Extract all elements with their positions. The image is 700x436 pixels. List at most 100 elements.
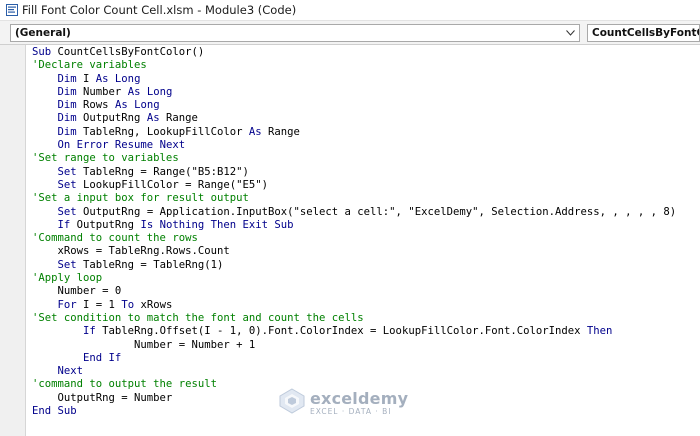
code-line[interactable]: Dim OutputRng As Range <box>32 112 700 125</box>
code-line[interactable]: Next <box>32 365 700 378</box>
code-keyword: End Sub <box>32 405 77 418</box>
exceldemy-watermark: exceldemy EXCEL · DATA · BI <box>278 388 408 418</box>
indicator-margin[interactable] <box>0 45 26 436</box>
code-token: OutputRng <box>76 112 147 125</box>
code-text-area[interactable]: Sub CountCellsByFontColor() 'Declare vari… <box>32 46 700 436</box>
code-token: OutputRng = Application.InputBox("select… <box>76 205 677 218</box>
code-keyword: For <box>57 298 77 311</box>
code-line[interactable]: Dim Number As Long <box>32 86 700 99</box>
code-line[interactable]: 'Set condition to match the font and cou… <box>32 312 700 325</box>
code-keyword: Set <box>57 165 77 178</box>
code-line[interactable]: Number = 0 <box>32 285 700 298</box>
code-keyword: Then <box>586 325 613 338</box>
code-keyword: Set <box>57 178 77 191</box>
code-token: Rows <box>76 99 115 112</box>
code-line[interactable]: End If <box>32 352 700 365</box>
code-token: OutputRng <box>70 218 141 231</box>
code-token: xRows = TableRng.Rows.Count <box>32 245 230 258</box>
code-window-toolbar: (General) CountCellsByFontColor <box>0 21 700 45</box>
code-keyword: As Long <box>114 99 160 112</box>
code-token: Number <box>76 85 128 98</box>
code-line[interactable]: 'Set range to variables <box>32 152 700 165</box>
code-token: Range <box>159 112 198 125</box>
code-line[interactable]: Sub CountCellsByFontColor() <box>32 46 700 59</box>
code-keyword: Dim <box>57 112 77 125</box>
code-line[interactable]: Dim TableRng, LookupFillColor As Range <box>32 126 700 139</box>
code-line[interactable]: Dim I As Long <box>32 73 700 86</box>
code-keyword: Set <box>57 258 77 271</box>
code-line[interactable]: Set TableRng = TableRng(1) <box>32 259 700 272</box>
code-editor[interactable]: Sub CountCellsByFontColor() 'Declare vari… <box>0 45 700 436</box>
code-token: I <box>76 72 96 85</box>
code-line[interactable]: 'Declare variables <box>32 59 700 72</box>
vba-module-icon <box>6 4 18 16</box>
code-line[interactable]: On Error Resume Next <box>32 139 700 152</box>
code-token: LookupFillColor = Range("E5") <box>76 178 268 191</box>
code-keyword: Set <box>57 205 77 218</box>
object-combo-value: (General) <box>15 27 71 39</box>
code-comment: 'Set condition to match the font and cou… <box>32 311 364 324</box>
code-keyword: As <box>248 125 262 138</box>
procedure-combo-value: CountCellsByFontColor <box>592 27 699 39</box>
code-line[interactable]: If TableRng.Offset(I - 1, 0).Font.ColorI… <box>32 325 700 338</box>
code-token: I = 1 <box>76 298 122 311</box>
code-keyword: Dim <box>57 72 77 85</box>
code-keyword: Sub <box>32 46 52 58</box>
code-token: xRows <box>134 298 173 311</box>
code-line[interactable]: Set OutputRng = Application.InputBox("se… <box>32 206 700 219</box>
code-keyword: On Error Resume Next <box>57 139 186 152</box>
code-token: Range <box>261 125 300 138</box>
window-title: Fill Font Color Count Cell.xlsm - Module… <box>22 3 297 17</box>
code-line[interactable]: Dim Rows As Long <box>32 99 700 112</box>
code-line[interactable]: 'Set a input box for result output <box>32 192 700 205</box>
code-keyword: Dim <box>57 85 77 98</box>
code-token: Number = Number + 1 <box>32 338 256 351</box>
code-keyword: Dim <box>57 125 77 138</box>
code-line[interactable]: 'Apply loop <box>32 272 700 285</box>
code-line[interactable]: 'Command to count the rows <box>32 232 700 245</box>
code-line[interactable]: Set TableRng = Range("B5:B12") <box>32 166 700 179</box>
code-keyword: As Long <box>95 72 141 85</box>
code-line[interactable]: For I = 1 To xRows <box>32 299 700 312</box>
code-keyword: Next <box>57 365 84 378</box>
code-comment: 'Apply loop <box>32 272 103 285</box>
code-keyword: Is Nothing Then Exit Sub <box>140 218 294 231</box>
code-comment: 'command to output the result <box>32 378 217 391</box>
code-keyword: End If <box>83 351 122 364</box>
code-keyword: If <box>83 325 96 338</box>
window-title-bar: Fill Font Color Count Cell.xlsm - Module… <box>0 0 700 21</box>
chevron-down-icon[interactable] <box>564 25 576 41</box>
watermark-name: exceldemy <box>310 389 409 408</box>
code-token: Number = 0 <box>32 285 122 298</box>
code-keyword: As <box>146 112 160 125</box>
code-keyword: Dim <box>57 99 77 112</box>
code-line[interactable]: Set LookupFillColor = Range("E5") <box>32 179 700 192</box>
code-token: OutputRng = Number <box>32 391 173 404</box>
code-line[interactable]: If OutputRng Is Nothing Then Exit Sub <box>32 219 700 232</box>
code-comment: 'Declare variables <box>32 59 147 72</box>
code-comment: 'Set a input box for result output <box>32 192 249 205</box>
code-keyword: If <box>57 218 71 231</box>
code-token: TableRng.Offset(I - 1, 0).Font.ColorInde… <box>95 325 587 338</box>
code-token: CountCellsByFontColor() <box>51 46 205 58</box>
code-token: TableRng = Range("B5:B12") <box>76 165 249 178</box>
code-keyword: To <box>121 298 135 311</box>
procedure-combo[interactable]: CountCellsByFontColor <box>587 24 700 42</box>
code-keyword: As Long <box>127 85 173 98</box>
code-line[interactable]: xRows = TableRng.Rows.Count <box>32 245 700 258</box>
object-combo[interactable]: (General) <box>10 24 580 42</box>
code-line[interactable]: Number = Number + 1 <box>32 339 700 352</box>
